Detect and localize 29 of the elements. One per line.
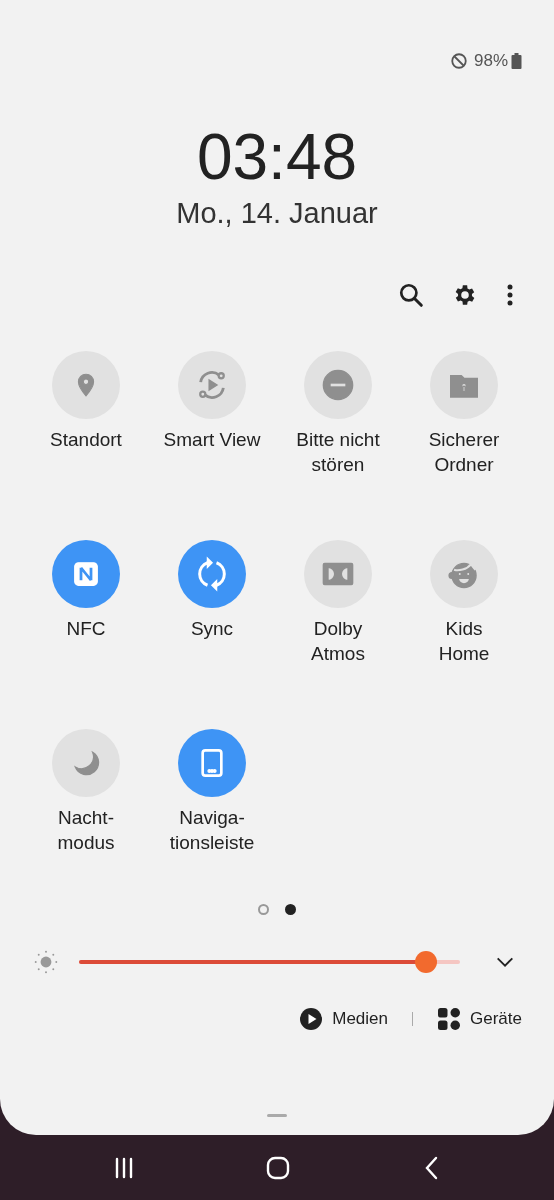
clock-time: 03:48 bbox=[195, 121, 359, 193]
page-indicator-dot[interactable] bbox=[285, 904, 296, 915]
nfc-icon bbox=[71, 559, 101, 589]
toggle-label: Bitte nicht stören bbox=[296, 428, 380, 477]
battery-percent: 98% bbox=[473, 51, 508, 71]
toggle-label: Sync bbox=[190, 617, 234, 641]
play-icon bbox=[299, 1007, 324, 1031]
brightness-icon bbox=[33, 949, 59, 975]
toggle-label: NFC bbox=[66, 617, 106, 641]
media-button[interactable]: Medien bbox=[299, 1007, 388, 1031]
toggle-label: Smart View bbox=[163, 428, 261, 452]
clock-date: Mo., 14. Januar bbox=[175, 197, 379, 230]
devices-button[interactable]: Geräte bbox=[437, 1007, 522, 1031]
toggle-label: Standort bbox=[50, 428, 122, 452]
battery-icon bbox=[511, 53, 522, 69]
grid-icon bbox=[437, 1007, 461, 1031]
more-options-icon[interactable] bbox=[506, 283, 514, 307]
minus-circle-icon bbox=[322, 369, 354, 401]
search-icon[interactable] bbox=[398, 282, 424, 308]
toggle-label: Naviga- tionsleiste bbox=[169, 806, 255, 855]
home-icon[interactable] bbox=[266, 1155, 290, 1180]
do-not-disturb-icon bbox=[449, 52, 468, 70]
toggle-label: Kids Home bbox=[438, 617, 490, 666]
toggle-label: Nacht- modus bbox=[57, 806, 115, 855]
page-indicator-dot[interactable] bbox=[258, 904, 269, 915]
drag-handle[interactable] bbox=[267, 1114, 287, 1117]
brightness-slider[interactable] bbox=[79, 951, 460, 973]
toggle-label: Sicherer Ordner bbox=[428, 428, 500, 477]
toggle-label: Dolby Atmos bbox=[311, 617, 365, 666]
